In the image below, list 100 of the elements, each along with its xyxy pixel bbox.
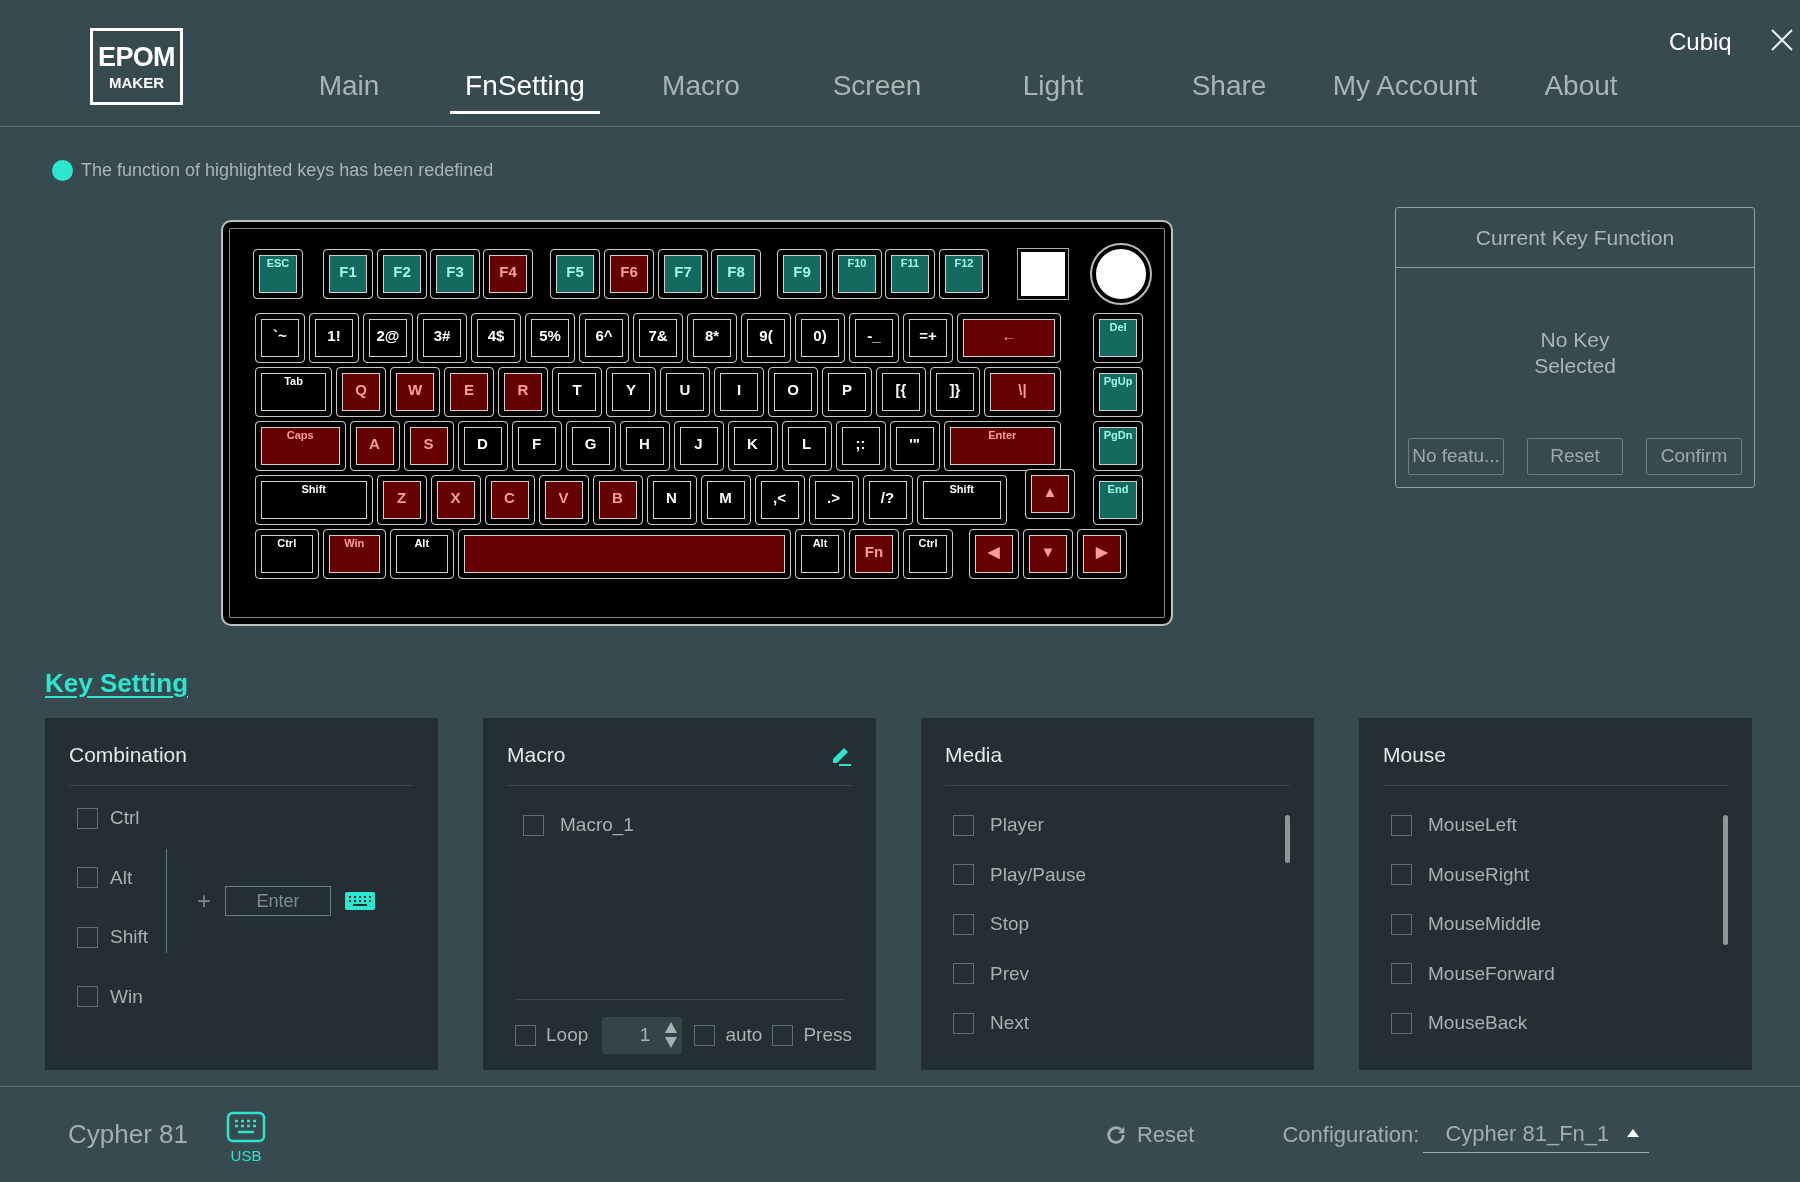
keycap[interactable]: ▶	[1077, 529, 1127, 579]
keycap[interactable]: '"	[889, 421, 940, 471]
keycap[interactable]: ESC	[253, 249, 303, 299]
keycap[interactable]: H	[619, 421, 670, 471]
keycap[interactable]: N	[646, 475, 697, 525]
keycap[interactable]: [{	[876, 367, 926, 417]
keycap[interactable]: ]}	[930, 367, 980, 417]
keycap[interactable]: PgUp	[1093, 367, 1143, 417]
keycap[interactable]: C	[484, 475, 535, 525]
keycap[interactable]: U	[660, 367, 710, 417]
keycap[interactable]: F10	[832, 249, 882, 299]
keycap[interactable]: Win	[322, 529, 386, 579]
keycap[interactable]: O	[768, 367, 818, 417]
keycap[interactable]: 7&	[633, 313, 683, 363]
keycap[interactable]: F4	[483, 249, 533, 299]
keycap[interactable]: F8	[711, 249, 761, 299]
user-name[interactable]: Cubiq	[1669, 24, 1732, 60]
keycap[interactable]: PgDn	[1093, 421, 1143, 471]
keycap[interactable]: Ctrl	[255, 529, 319, 579]
keycap[interactable]: V	[538, 475, 589, 525]
keycap[interactable]: T	[552, 367, 602, 417]
keycap[interactable]: L	[781, 421, 832, 471]
action-button[interactable]: Reset	[1527, 438, 1623, 475]
nav-tab[interactable]: FnSetting	[450, 65, 600, 114]
option-label: MouseForward	[1428, 961, 1555, 986]
nav-tab[interactable]: My Account	[1317, 65, 1493, 114]
keycap[interactable]: `~	[255, 313, 305, 363]
keycap[interactable]: X	[430, 475, 481, 525]
keycap[interactable]: Shift	[916, 475, 1007, 525]
keycap[interactable]: R	[498, 367, 548, 417]
keycap[interactable]: ▼	[1023, 529, 1073, 579]
keycap[interactable]: F9	[777, 249, 827, 299]
keycap[interactable]: =+	[903, 313, 953, 363]
keycap[interactable]: Alt	[390, 529, 454, 579]
keycap[interactable]: F12	[939, 249, 989, 299]
keycap[interactable]: Del	[1093, 313, 1143, 363]
keycap[interactable]: F2	[377, 249, 427, 299]
nav-tab[interactable]: Screen	[817, 65, 937, 114]
keycap[interactable]: Z	[376, 475, 427, 525]
keycap[interactable]: A	[349, 421, 400, 471]
keycap[interactable]: S	[403, 421, 454, 471]
keycap[interactable]: W	[390, 367, 440, 417]
keycap[interactable]: ▲	[1025, 469, 1075, 519]
keycap[interactable]: Enter	[943, 421, 1061, 471]
keycap[interactable]: ◀	[969, 529, 1019, 579]
reset-link[interactable]: Reset	[1136, 1118, 1195, 1151]
keycap[interactable]: F	[511, 421, 562, 471]
connection-label: USB	[230, 1146, 262, 1167]
keycap[interactable]: K	[727, 421, 778, 471]
keycap[interactable]: 4$	[471, 313, 521, 363]
action-button[interactable]: No featu...	[1408, 438, 1504, 475]
nav-tab[interactable]: Share	[1176, 65, 1282, 114]
section-heading[interactable]: Key Setting	[45, 668, 189, 698]
keycap[interactable]: Caps	[255, 421, 346, 471]
nav-tab[interactable]: Macro	[647, 65, 755, 114]
keycap[interactable]: 8*	[687, 313, 737, 363]
keycap[interactable]: ,<	[754, 475, 805, 525]
key-input-field[interactable]: Enter	[225, 886, 331, 916]
keycap[interactable]: 3#	[417, 313, 467, 363]
keycap[interactable]: F5	[550, 249, 600, 299]
keycap[interactable]: 5%	[525, 313, 575, 363]
keycap[interactable]: ;:	[835, 421, 886, 471]
keycap[interactable]: F1	[323, 249, 373, 299]
keycap[interactable]: 0)	[795, 313, 845, 363]
keycap[interactable]: G	[565, 421, 616, 471]
keycap[interactable]: 2@	[363, 313, 413, 363]
keycap[interactable]: ←	[957, 313, 1061, 363]
keycap[interactable]: Shift	[255, 475, 373, 525]
keycap[interactable]: /?	[862, 475, 913, 525]
brand-logo: EPOM MAKER	[90, 28, 183, 105]
keycap[interactable]: 6^	[579, 313, 629, 363]
nav-tab[interactable]: Main	[303, 65, 395, 114]
keycap[interactable]: End	[1093, 475, 1143, 525]
keycap[interactable]: \|	[984, 367, 1061, 417]
nav-tab[interactable]: Light	[1007, 65, 1099, 114]
number-stepper[interactable]: 1	[602, 1016, 683, 1054]
keycap[interactable]: F11	[885, 249, 935, 299]
keycap[interactable]: F3	[430, 249, 480, 299]
keycap[interactable]: F7	[658, 249, 708, 299]
keycap[interactable]: Fn	[849, 529, 899, 579]
action-button[interactable]: Confirm	[1646, 438, 1742, 475]
keycap[interactable]: I	[714, 367, 764, 417]
nav-tab[interactable]: About	[1529, 65, 1633, 114]
keycap[interactable]: Tab	[255, 367, 332, 417]
keycap[interactable]: E	[444, 367, 494, 417]
keycap[interactable]: .>	[808, 475, 859, 525]
keycap[interactable]: 1!	[309, 313, 359, 363]
keycap[interactable]: D	[457, 421, 508, 471]
keycap[interactable]: P	[822, 367, 872, 417]
keycap[interactable]: Alt	[795, 529, 845, 579]
keycap[interactable]: Y	[606, 367, 656, 417]
keycap[interactable]: F6	[604, 249, 654, 299]
keycap[interactable]: -_	[849, 313, 899, 363]
keycap[interactable]: M	[700, 475, 751, 525]
keycap[interactable]: B	[592, 475, 643, 525]
keycap[interactable]: Q	[336, 367, 386, 417]
keycap[interactable]: J	[673, 421, 724, 471]
keycap[interactable]: 9(	[741, 313, 791, 363]
keycap[interactable]: Ctrl	[903, 529, 953, 579]
config-dropdown[interactable]: Cypher 81_Fn_1	[1423, 1116, 1650, 1153]
